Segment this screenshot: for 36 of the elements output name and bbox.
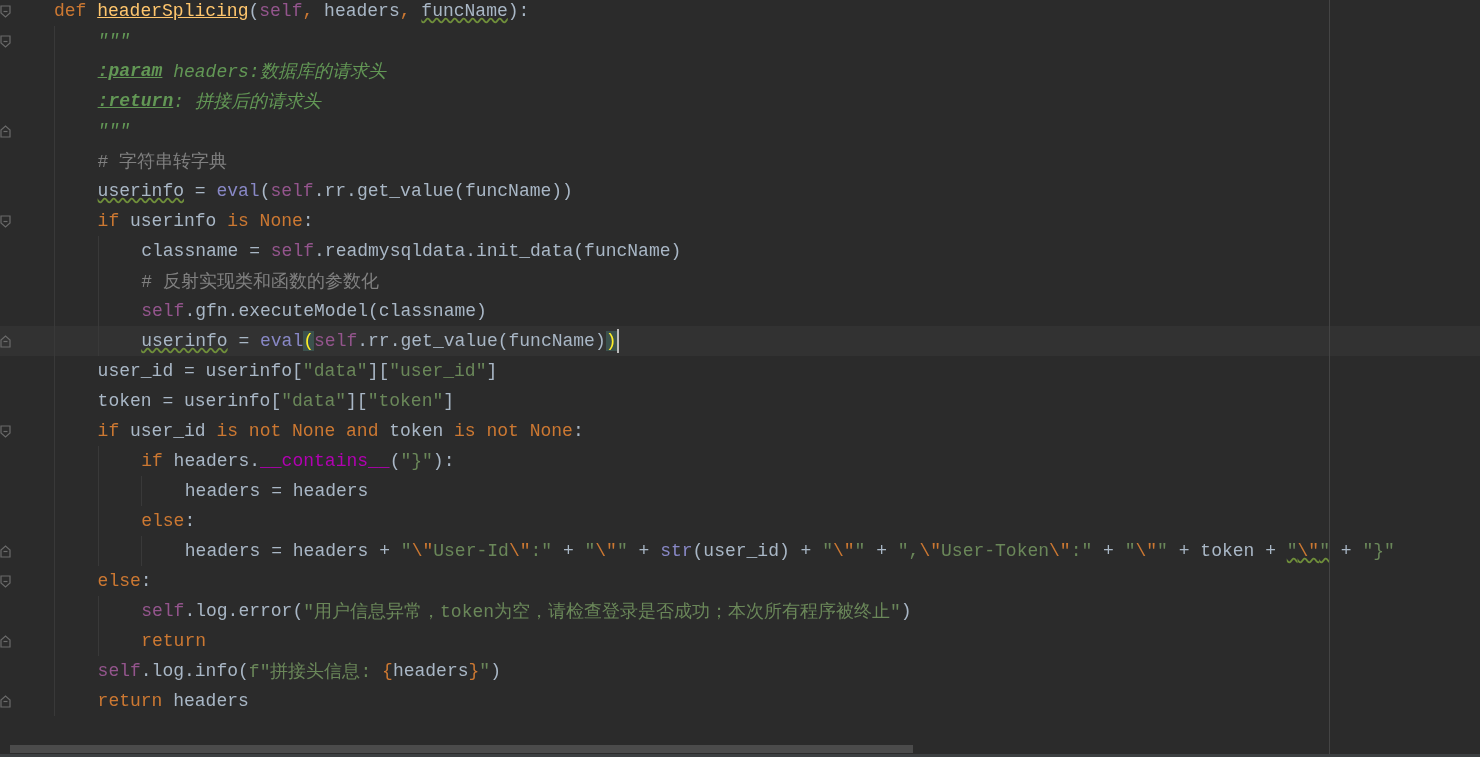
code-line: classname = self.readmysqldata.init_data(funcName): [141, 241, 682, 261]
code-line: userinfo = eval(self.rr.get_value(funcName)): [97, 181, 573, 201]
code-line: def headerSplicing(self, headers, funcName):: [54, 1, 530, 21]
fold-marker-icon[interactable]: [0, 574, 11, 588]
code-line: """: [97, 121, 130, 141]
fold-marker-icon[interactable]: [0, 544, 11, 558]
code-line: # 反射实现类和函数的参数化: [141, 271, 379, 293]
scrollbar[interactable]: [10, 745, 913, 753]
code-line: if headers.__contains__("}"):: [141, 451, 455, 471]
code-line: self.gfn.executeModel(classname): [141, 301, 487, 321]
code-line: # 字符串转字典: [97, 151, 228, 173]
code-line: return: [141, 631, 206, 651]
code-line: :return: 拼接后的请求头: [97, 90, 321, 113]
code-line: token = userinfo["data"]["token"]: [97, 391, 455, 411]
fold-marker-icon[interactable]: [0, 124, 11, 138]
fold-marker-icon[interactable]: [0, 4, 11, 18]
code-line: """: [97, 31, 130, 51]
code-line: userinfo = eval(self.rr.get_value(funcName)): [141, 331, 617, 351]
code-line: else:: [141, 511, 196, 531]
code-line: if user_id is not None and token is not None:: [97, 421, 584, 441]
fold-marker-icon[interactable]: [0, 34, 11, 48]
fold-marker-icon[interactable]: [0, 214, 11, 228]
code-line: :param headers:数据库的请求头: [97, 60, 386, 83]
fold-marker-icon[interactable]: [0, 334, 11, 348]
code-line: return headers: [97, 691, 249, 711]
code-line: self.log.error("用户信息异常，token为空，请检查登录是否成功；本次所有程序被终止"): [141, 600, 912, 623]
fold-marker-icon[interactable]: [0, 634, 11, 648]
code-line: if userinfo is None:: [97, 211, 314, 231]
code-line: else:: [97, 571, 152, 591]
code-line: headers = headers: [184, 481, 369, 501]
code-line: user_id = userinfo["data"]["user_id"]: [97, 361, 498, 381]
code-line: headers = headers + "\"User-Id\":" + "\"" + str(user_id) + "\"" + ",\"User-Token\":" + "\"" + token + "\"" + "}": [184, 541, 1395, 561]
fold-marker-icon[interactable]: [0, 694, 11, 708]
code-line: self.log.info(f"拼接头信息: {headers}"): [97, 660, 501, 683]
fold-marker-icon[interactable]: [0, 424, 11, 438]
text-cursor: [616, 329, 619, 353]
